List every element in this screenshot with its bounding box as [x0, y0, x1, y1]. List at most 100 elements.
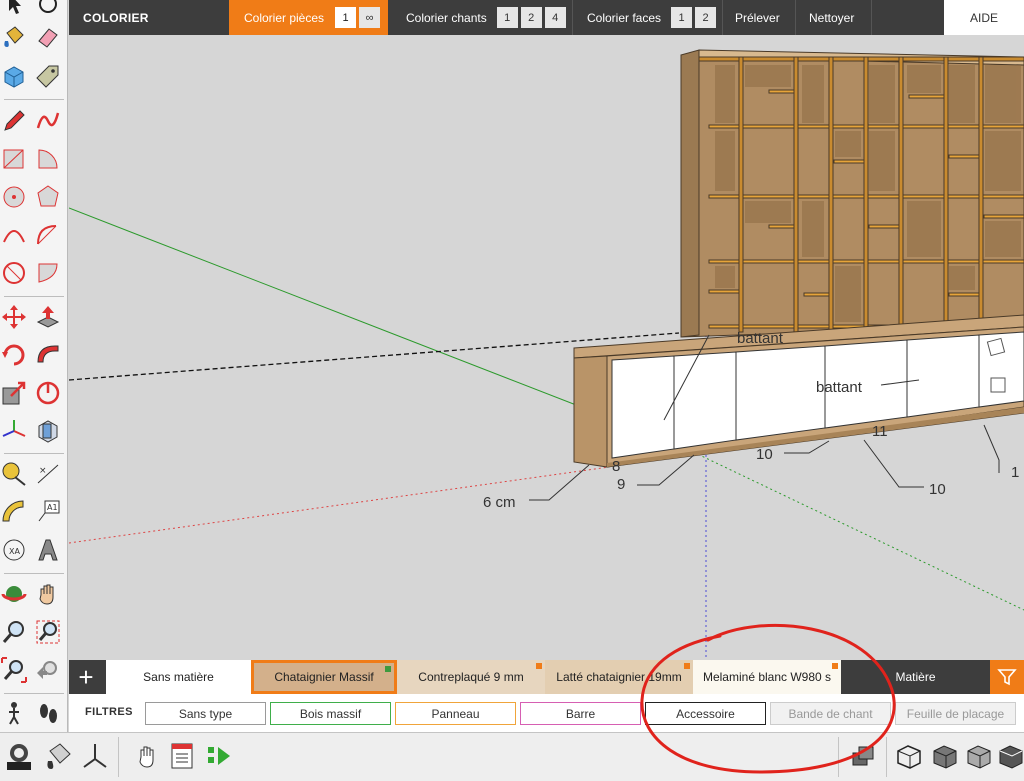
- faces-option-1[interactable]: 1: [671, 7, 693, 28]
- rotated-rectangle-icon[interactable]: [34, 145, 62, 173]
- material-tab-sans-matiere[interactable]: Sans matière: [106, 660, 251, 694]
- walk-icon[interactable]: [0, 699, 28, 727]
- colorier-tool-icon[interactable]: [42, 739, 76, 773]
- dimension-11: 11: [872, 423, 888, 440]
- pie-icon[interactable]: [34, 259, 62, 287]
- ocl-logo-icon[interactable]: [2, 739, 36, 773]
- filter-panneau[interactable]: Panneau: [395, 702, 516, 725]
- filters-bar: FILTRES Sans type Bois massif Panneau Ba…: [69, 694, 1024, 732]
- component-icon[interactable]: [0, 62, 28, 90]
- polygon-icon[interactable]: [34, 183, 62, 211]
- paint-bucket-icon[interactable]: [0, 24, 28, 52]
- xray-view-icon[interactable]: [962, 739, 996, 773]
- filter-feuille-de-placage[interactable]: Feuille de placage: [895, 702, 1016, 725]
- move-icon[interactable]: [0, 303, 28, 331]
- dimension-10b: 10: [929, 481, 946, 498]
- scale-icon[interactable]: [0, 379, 28, 407]
- material-tab-melamine-blanc[interactable]: Melaminé blanc W980 s: [693, 660, 841, 694]
- wireframe-view-icon[interactable]: [892, 739, 926, 773]
- chants-option-4[interactable]: 4: [544, 7, 566, 28]
- leader-6cm: [529, 464, 590, 501]
- eraser-icon[interactable]: [34, 24, 62, 52]
- textured-view-icon[interactable]: [994, 739, 1024, 773]
- pencil-icon[interactable]: [0, 107, 28, 135]
- report-icon[interactable]: [165, 739, 199, 773]
- add-material-button[interactable]: +: [69, 660, 103, 694]
- material-bar: + Sans matière Chataignier Massif Contre…: [69, 660, 1024, 694]
- previous-view-icon[interactable]: [34, 656, 62, 684]
- filter-bois-massif[interactable]: Bois massif: [270, 702, 391, 725]
- arc-icon[interactable]: [0, 221, 28, 249]
- zoom-window-icon[interactable]: [34, 618, 62, 646]
- select-arrow-icon[interactable]: [0, 0, 28, 18]
- axes-tool-icon[interactable]: [78, 739, 112, 773]
- material-tab-chataignier-massif[interactable]: Chataignier Massif: [251, 660, 397, 694]
- text-label-icon[interactable]: A1: [34, 498, 62, 526]
- nettoyer-button[interactable]: Nettoyer: [809, 0, 854, 35]
- pieces-option-infinite[interactable]: ∞: [359, 7, 381, 28]
- app-window: × A1 XA COLORIER Colorier pièces 1 ∞ Col…: [0, 0, 1024, 781]
- svg-text:A1: A1: [47, 503, 58, 512]
- arc-3pt-icon[interactable]: [0, 259, 28, 287]
- shelving-unit[interactable]: [680, 49, 1024, 338]
- 3d-text-icon[interactable]: [34, 536, 62, 564]
- layers-icon[interactable]: [846, 739, 880, 773]
- model-scene: battant battant 6 cm 9 8 10 10 11 1: [69, 49, 1024, 660]
- matiere-label: Matière: [895, 670, 936, 684]
- circle-icon[interactable]: [0, 183, 28, 211]
- dimension-icon[interactable]: ×: [34, 460, 62, 488]
- section-plane-icon[interactable]: [34, 417, 62, 445]
- filter-chip-label: Sans type: [178, 706, 233, 721]
- filter-accessoire[interactable]: Accessoire: [645, 702, 766, 725]
- aide-button[interactable]: AIDE: [944, 0, 1024, 35]
- axes-icon[interactable]: [0, 417, 28, 445]
- material-used-marker: [832, 663, 838, 669]
- colorier-chants-button[interactable]: Colorier chants: [406, 11, 487, 25]
- material-used-marker: [385, 666, 391, 672]
- offset-icon[interactable]: [34, 379, 62, 407]
- lasso-icon[interactable]: [34, 0, 62, 18]
- orbit-icon[interactable]: [0, 580, 28, 608]
- filter-sans-type[interactable]: Sans type: [145, 702, 266, 725]
- colorier-chants-group: Colorier chants 1 2 4: [406, 0, 566, 35]
- colorier-faces-group: Colorier faces 1 2: [587, 0, 717, 35]
- material-tab-latte-chataignier[interactable]: Latté chataignier 19mm: [545, 660, 693, 694]
- follow-me-icon[interactable]: [34, 341, 62, 369]
- filter-chip-label: Accessoire: [676, 706, 735, 721]
- label-battant-top: battant: [737, 330, 784, 347]
- protractor-icon[interactable]: [0, 498, 28, 526]
- pieces-option-1[interactable]: 1: [335, 7, 357, 28]
- 3d-viewport[interactable]: battant battant 6 cm 9 8 10 10 11 1: [69, 35, 1024, 660]
- filter-chip-label: Bande de chant: [788, 706, 873, 721]
- prelever-button[interactable]: Prélever: [735, 0, 780, 35]
- zoom-icon[interactable]: [0, 618, 28, 646]
- push-pull-icon[interactable]: [34, 303, 62, 331]
- tape-measure-icon[interactable]: [0, 460, 28, 488]
- arc-2pt-icon[interactable]: [34, 221, 62, 249]
- filter-bande-de-chant[interactable]: Bande de chant: [770, 702, 891, 725]
- rectangle-icon[interactable]: [0, 145, 28, 173]
- faces-option-2[interactable]: 2: [695, 7, 717, 28]
- filter-barre[interactable]: Barre: [520, 702, 641, 725]
- shaded-view-icon[interactable]: [928, 739, 962, 773]
- filter-chip-label: Feuille de placage: [906, 706, 1005, 721]
- green-axis-dotted: [688, 449, 1024, 611]
- tag-icon[interactable]: [34, 62, 62, 90]
- material-tab-contreplaque[interactable]: Contreplaqué 9 mm: [397, 660, 545, 694]
- axes-orient-icon[interactable]: XA: [0, 536, 28, 564]
- chants-option-2[interactable]: 2: [520, 7, 542, 28]
- freehand-icon[interactable]: [34, 107, 62, 135]
- material-tab-label: Melaminé blanc W980 s: [702, 670, 832, 684]
- filter-button[interactable]: [990, 660, 1024, 694]
- lower-cabinet[interactable]: [573, 314, 1024, 468]
- rotate-icon[interactable]: [0, 341, 28, 369]
- footprints-icon[interactable]: [34, 699, 62, 727]
- dimension-8: 8: [612, 458, 620, 475]
- pan-hand-icon[interactable]: [34, 580, 62, 608]
- hand-tool-icon[interactable]: [130, 739, 164, 773]
- colorier-faces-button[interactable]: Colorier faces: [587, 11, 661, 25]
- zoom-extents-icon[interactable]: [0, 656, 28, 684]
- colorier-pieces-button[interactable]: Colorier pièces: [244, 11, 324, 25]
- chants-option-1[interactable]: 1: [496, 7, 518, 28]
- export-cutlist-icon[interactable]: [202, 739, 236, 773]
